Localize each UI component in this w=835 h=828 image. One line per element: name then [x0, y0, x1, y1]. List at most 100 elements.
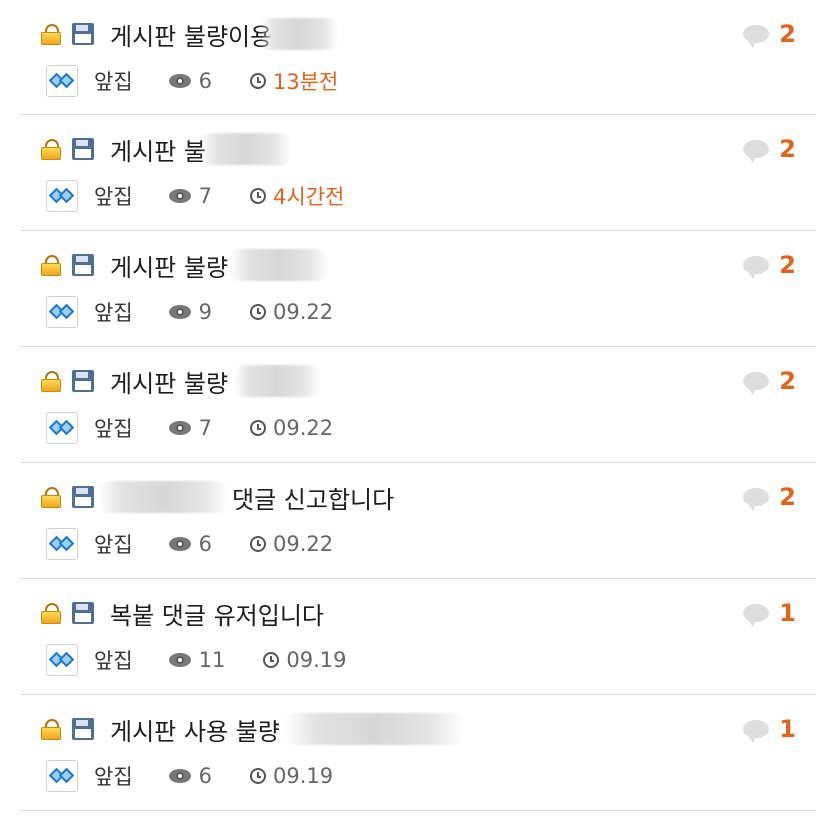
clock-icon: [250, 73, 267, 89]
clock-icon: [250, 304, 267, 320]
comment-count[interactable]: 2: [743, 481, 796, 513]
post-title[interactable]: 게시판 불량이용: [110, 17, 272, 52]
avatar-icon[interactable]: [46, 412, 78, 444]
eye-icon: [168, 421, 191, 435]
post-title-line: 게시판 불량이용: [40, 16, 339, 52]
post-title-line: 게시판 사용 불량: [40, 711, 464, 747]
redacted-text: [98, 481, 228, 513]
clock-icon: [263, 652, 280, 668]
post-meta: 앞집 6 13분전: [46, 64, 338, 98]
post-author[interactable]: 앞집: [94, 645, 133, 675]
post-meta: 앞집 6 09.19: [46, 759, 333, 793]
post-meta: 앞집 7 4시간전: [46, 179, 344, 213]
post-author[interactable]: 앞집: [94, 297, 133, 327]
redacted-text: [234, 365, 321, 397]
post-meta: 앞집 11 09.19: [46, 643, 347, 677]
avatar-icon[interactable]: [46, 528, 78, 560]
post-author[interactable]: 앞집: [94, 413, 133, 443]
post-row[interactable]: 게시판 불 2 앞집 7 4시간전: [20, 115, 816, 231]
avatar-icon[interactable]: [46, 296, 78, 328]
clock-icon: [250, 420, 267, 436]
clock-icon: [250, 768, 267, 784]
clock-icon: [250, 188, 267, 204]
avatar-icon[interactable]: [46, 760, 78, 792]
save-icon: [72, 23, 94, 45]
post-author[interactable]: 앞집: [94, 181, 133, 211]
post-title[interactable]: 게시판 불: [110, 132, 206, 167]
post-title-line: 게시판 불량: [40, 247, 329, 283]
eye-icon: [168, 653, 191, 667]
post-time: 09.19: [273, 764, 334, 788]
comment-bubble-icon: [743, 140, 770, 163]
post-title[interactable]: 게시판 불량: [110, 364, 228, 399]
clock-icon: [250, 536, 267, 552]
post-title[interactable]: 복붙 댓글 유저입니다: [110, 596, 324, 631]
comment-bubble-icon: [743, 720, 770, 743]
post-title[interactable]: 댓글 신고합니다: [232, 480, 394, 515]
comment-bubble-icon: [743, 604, 770, 627]
comment-count-value: 2: [779, 367, 796, 395]
post-row[interactable]: 복붙 댓글 유저입니다 1 앞집 11 09.19: [20, 579, 816, 695]
view-count: 7: [198, 416, 213, 440]
lock-icon: [40, 718, 62, 740]
comment-count[interactable]: 2: [743, 133, 796, 165]
lock-icon: [40, 486, 62, 508]
view-count: 6: [198, 532, 213, 556]
post-time: 09.19: [286, 648, 347, 672]
save-icon: [72, 254, 94, 276]
post-row[interactable]: 게시판 불량이용 2 앞집 6 13분전: [20, 0, 816, 115]
comment-count[interactable]: 2: [743, 365, 796, 397]
post-time: 09.22: [273, 416, 334, 440]
comment-count-value: 1: [779, 599, 796, 627]
redacted-text: [260, 18, 339, 50]
eye-icon: [168, 769, 191, 783]
eye-icon: [168, 305, 191, 319]
comment-count-value: 2: [779, 135, 796, 163]
eye-icon: [168, 74, 191, 88]
post-author[interactable]: 앞집: [94, 66, 133, 96]
comment-bubble-icon: [743, 25, 770, 48]
view-count: 6: [198, 764, 213, 788]
post-title-line: 복붙 댓글 유저입니다: [40, 595, 324, 631]
avatar-icon[interactable]: [46, 644, 78, 676]
save-icon: [72, 718, 94, 740]
post-meta: 앞집 9 09.22: [46, 295, 333, 329]
comment-count-value: 2: [779, 483, 796, 511]
post-meta: 앞집 6 09.22: [46, 527, 333, 561]
post-row[interactable]: 게시판 사용 불량 1 앞집 6 09.19: [20, 695, 816, 811]
post-title-line: 댓글 신고합니다: [40, 479, 394, 515]
post-title[interactable]: 게시판 불량: [110, 248, 228, 283]
avatar-icon[interactable]: [46, 65, 78, 97]
post-author[interactable]: 앞집: [94, 761, 133, 791]
lock-icon: [40, 254, 62, 276]
comment-count[interactable]: 1: [743, 713, 796, 745]
comment-count[interactable]: 1: [743, 597, 796, 629]
comment-bubble-icon: [743, 256, 770, 279]
avatar-icon[interactable]: [46, 180, 78, 212]
view-count: 7: [198, 184, 213, 208]
comment-count-value: 1: [779, 715, 796, 743]
redacted-text: [283, 713, 464, 745]
lock-icon: [40, 138, 62, 160]
save-icon: [72, 602, 94, 624]
comment-count[interactable]: 2: [743, 18, 796, 50]
save-icon: [72, 138, 94, 160]
post-meta: 앞집 7 09.22: [46, 411, 333, 445]
comment-bubble-icon: [743, 372, 770, 395]
lock-icon: [40, 370, 62, 392]
eye-icon: [168, 189, 191, 203]
post-title-line: 게시판 불: [40, 131, 292, 167]
post-title-line: 게시판 불량: [40, 363, 321, 399]
post-row[interactable]: 게시판 불량 2 앞집 7 09.22: [20, 347, 816, 463]
post-row[interactable]: 게시판 불량 2 앞집 9 09.22: [20, 231, 816, 347]
lock-icon: [40, 23, 62, 45]
redacted-text: [230, 249, 329, 281]
post-row[interactable]: 댓글 신고합니다 2 앞집 6 09.22: [20, 463, 816, 579]
comment-count[interactable]: 2: [743, 249, 796, 281]
post-title[interactable]: 게시판 사용 불량: [110, 712, 280, 747]
post-author[interactable]: 앞집: [94, 529, 133, 559]
view-count: 6: [198, 69, 213, 93]
comment-count-value: 2: [779, 251, 796, 279]
post-list: 게시판 불량이용 2 앞집 6 13분전 게시판 불 2 앞집 7 4시간전 게…: [20, 0, 816, 811]
comment-bubble-icon: [743, 488, 770, 511]
